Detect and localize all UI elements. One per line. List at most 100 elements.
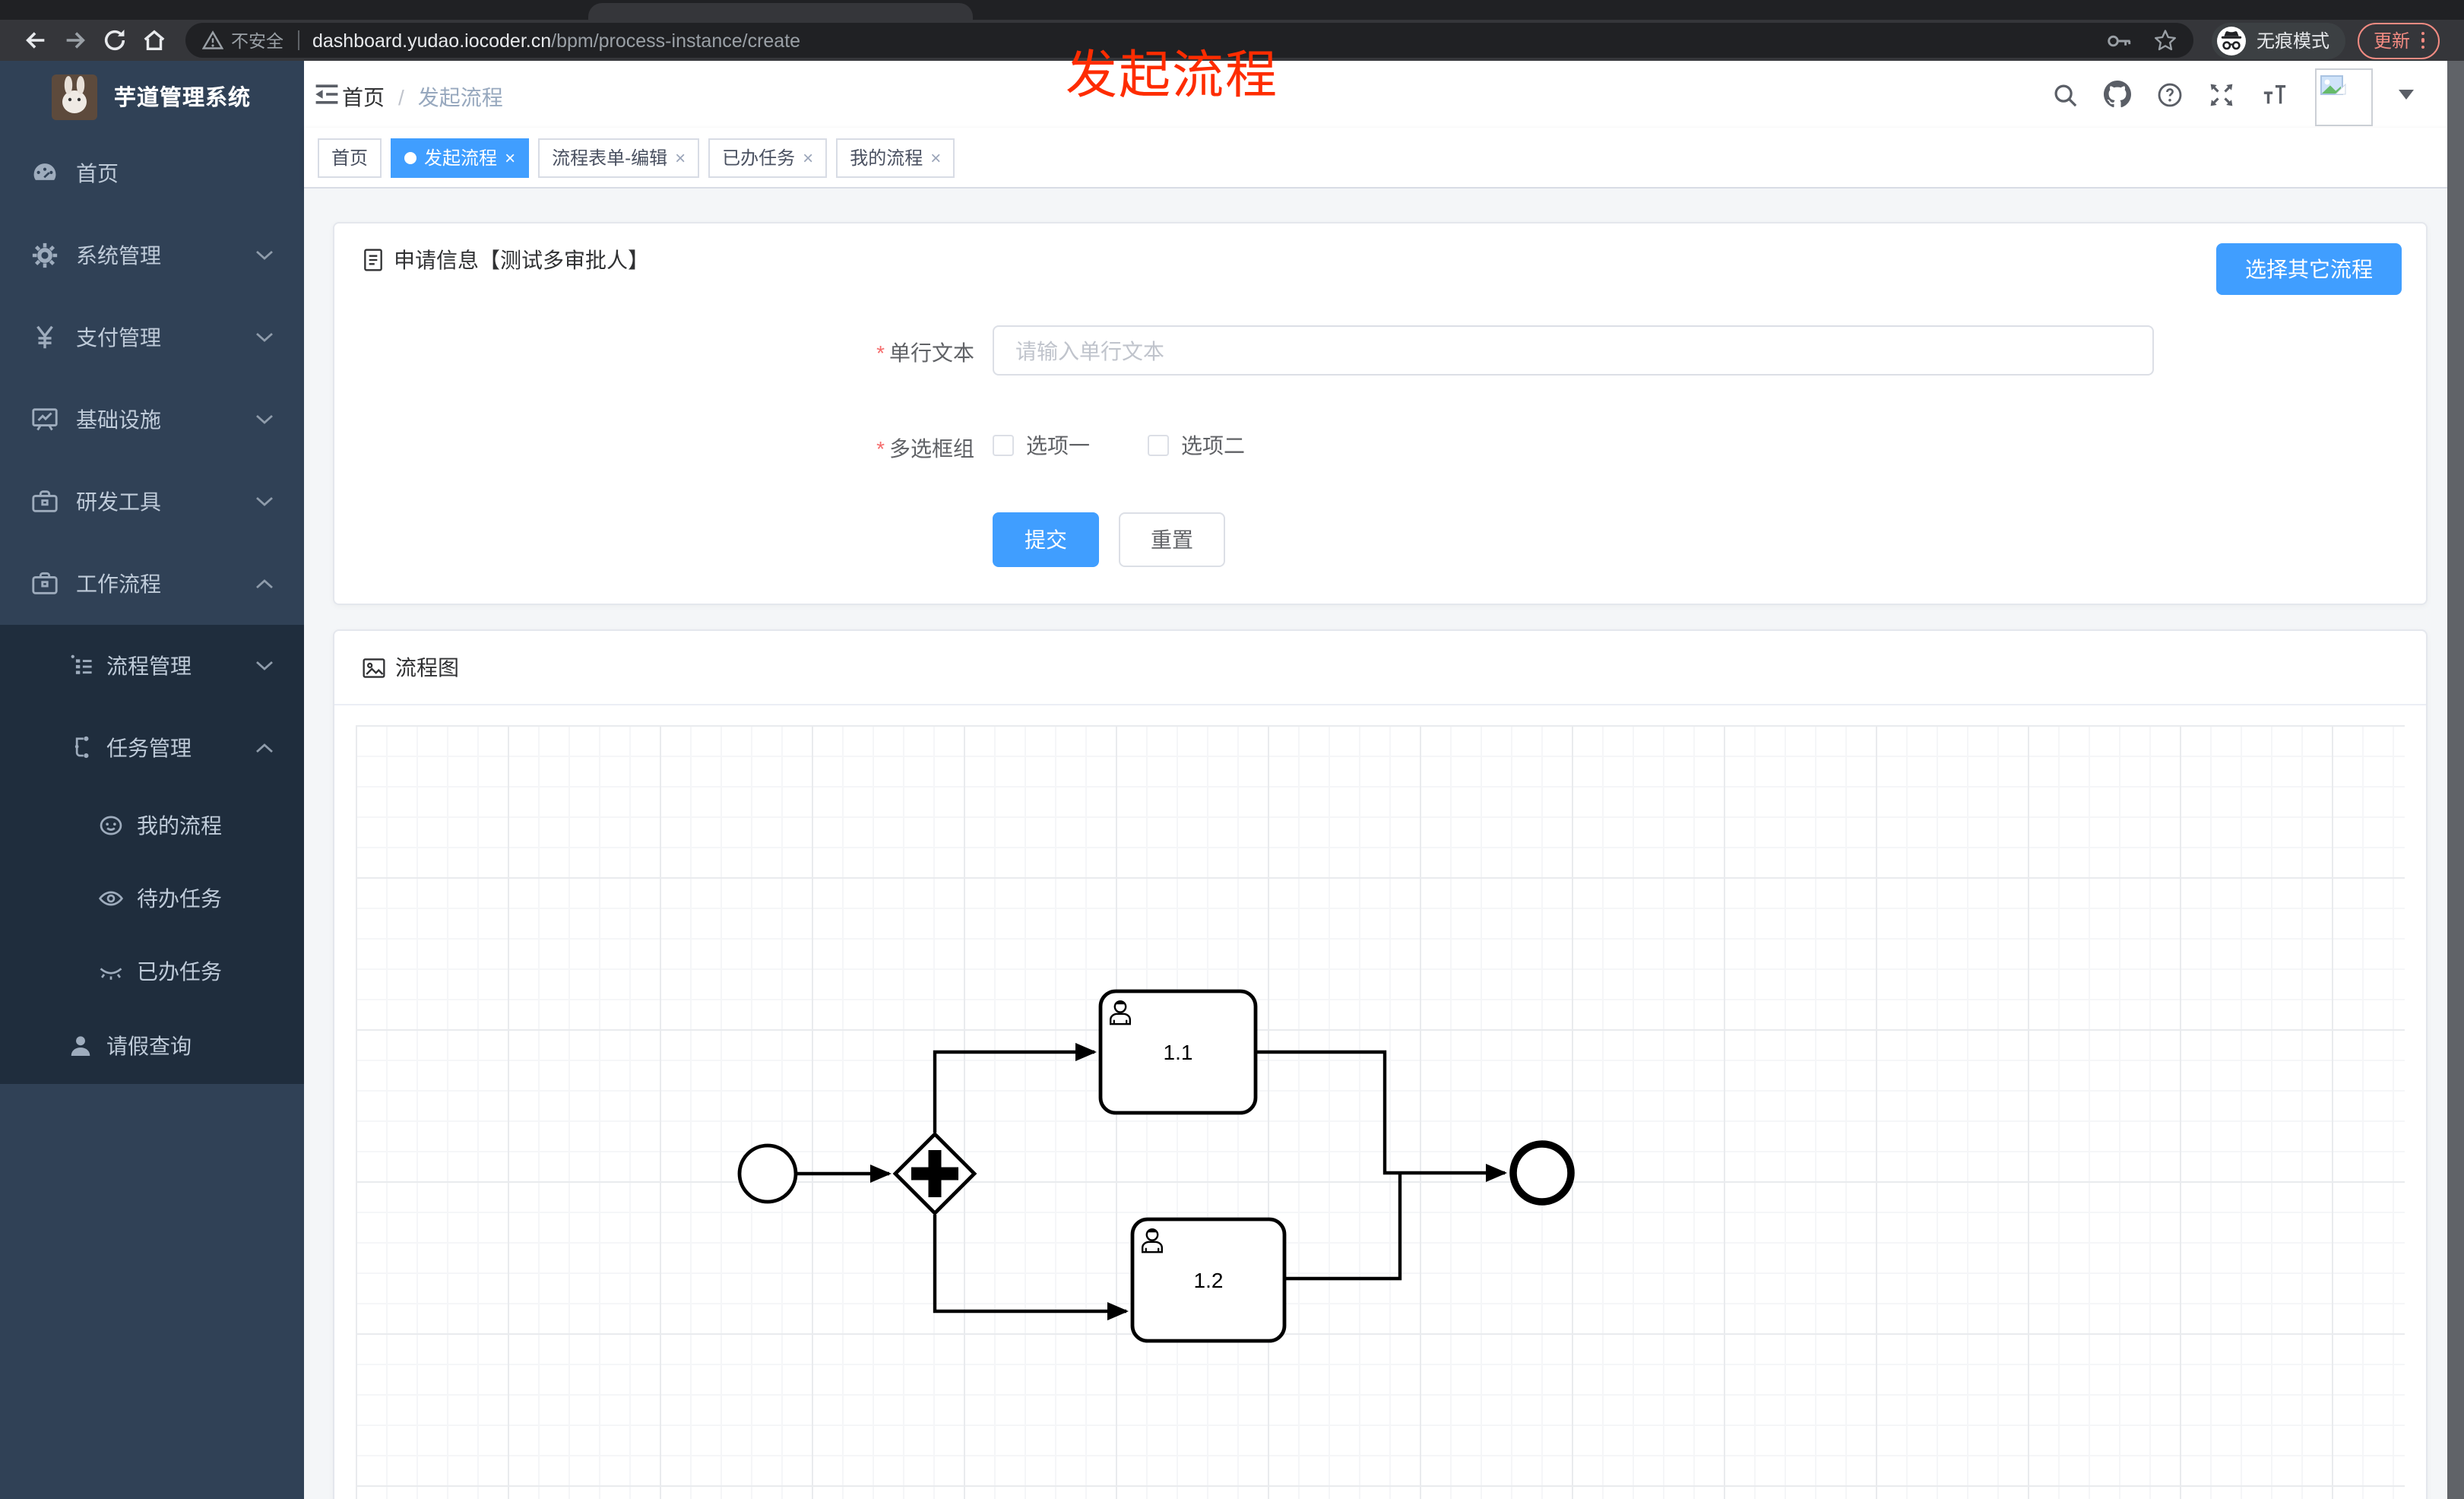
- choose-other-process-button[interactable]: 选择其它流程: [2216, 243, 2402, 295]
- incognito-label: 无痕模式: [2256, 30, 2329, 52]
- sidebar-item-label: 研发工具: [76, 490, 161, 514]
- sidebar-item-process-mgmt[interactable]: 流程管理: [0, 625, 304, 707]
- breadcrumb: 首页 / 发起流程: [342, 82, 503, 113]
- checkbox-option-2[interactable]: [1148, 435, 1169, 456]
- sidebar-item-label: 已办任务: [137, 959, 222, 984]
- font-size-icon[interactable]: [2260, 81, 2289, 107]
- chevron-up-icon: [255, 578, 274, 589]
- briefcase-icon: [30, 569, 59, 598]
- tab-home[interactable]: 首页: [318, 138, 382, 177]
- submit-button[interactable]: 提交: [993, 512, 1099, 567]
- tags-view-bar: 首页 发起流程 × 流程表单-编辑 × 已办任务 × 我的流程 ×: [304, 128, 2447, 189]
- sidebar-item-label: 首页: [76, 161, 119, 185]
- incognito-badge: 无痕模式: [2212, 22, 2346, 59]
- image-icon: [362, 656, 386, 679]
- card-title-text: 申请信息【测试多审批人】: [394, 248, 649, 272]
- app-logo: [52, 74, 97, 119]
- task-tree-icon: [68, 734, 96, 762]
- sidebar-item-home[interactable]: 首页: [0, 132, 304, 214]
- tab-my-process[interactable]: 我的流程 ×: [836, 138, 955, 177]
- bookmark-star-icon[interactable]: [2155, 29, 2177, 52]
- chevron-down-icon: [255, 414, 274, 425]
- user-task-1-1[interactable]: 1.1: [1098, 989, 1258, 1115]
- security-label: 不安全: [231, 33, 283, 51]
- sidebar-item-label: 工作流程: [76, 572, 161, 596]
- sidebar-item-todo-tasks[interactable]: 待办任务: [0, 862, 304, 935]
- active-tab-dot: [404, 151, 417, 163]
- browser-menu-icon[interactable]: [2421, 31, 2424, 49]
- toolbox-icon: [30, 487, 59, 516]
- avatar-caret-icon[interactable]: [2399, 89, 2414, 100]
- sidebar-item-done-tasks[interactable]: 已办任务: [0, 935, 304, 1008]
- reset-button[interactable]: 重置: [1119, 512, 1225, 567]
- form-actions: 提交 重置: [993, 512, 1225, 567]
- omnibox-divider: [297, 30, 299, 50]
- back-icon[interactable]: [15, 24, 55, 57]
- tab-label: 已办任务: [722, 147, 796, 169]
- flow-task2-merge: [1284, 1171, 1402, 1281]
- start-event[interactable]: [737, 1143, 798, 1204]
- chevron-down-icon: [255, 332, 274, 343]
- github-icon[interactable]: [2104, 81, 2131, 108]
- end-event[interactable]: [1509, 1140, 1575, 1206]
- card-title: 申请信息【测试多审批人】: [362, 245, 649, 275]
- monitor-icon: [30, 405, 59, 434]
- help-icon[interactable]: [2157, 81, 2183, 107]
- sidebar-item-label: 待办任务: [137, 886, 222, 911]
- required-mark: *: [876, 436, 885, 461]
- close-icon[interactable]: ×: [803, 148, 813, 166]
- navbar-tools: [2052, 61, 2414, 128]
- sidebar-item-label: 系统管理: [76, 243, 161, 268]
- user-task-1-2[interactable]: 1.2: [1130, 1217, 1287, 1343]
- tab-start-process[interactable]: 发起流程 ×: [391, 138, 530, 177]
- sidebar-item-system[interactable]: 系统管理: [0, 214, 304, 296]
- apply-info-card: 申请信息【测试多审批人】 选择其它流程 *单行文本 *多选框组 选项一 选项二: [333, 222, 2428, 605]
- sidebar-item-my-process[interactable]: 我的流程: [0, 789, 304, 862]
- reload-icon[interactable]: [94, 24, 134, 57]
- checkbox-group: 选项一 选项二: [993, 430, 1245, 461]
- sidebar-collapse-icon[interactable]: [313, 81, 340, 108]
- main-area: 首页 / 发起流程 首页 发起流程 × 流程表单-编辑 × 已办任务 × 我的流…: [304, 61, 2447, 1499]
- browser-tab-strip: [0, 0, 2464, 20]
- avatar[interactable]: [2315, 68, 2373, 126]
- sidebar-item-task-mgmt[interactable]: 任务管理: [0, 707, 304, 789]
- sidebar-item-infrastructure[interactable]: 基础设施: [0, 379, 304, 461]
- checkbox-option-1[interactable]: [993, 435, 1014, 456]
- navbar: 首页 / 发起流程: [304, 61, 2447, 128]
- search-icon[interactable]: [2052, 81, 2078, 107]
- yen-icon: [30, 323, 59, 352]
- fullscreen-icon[interactable]: [2209, 81, 2234, 107]
- page-scrollbar[interactable]: [2447, 61, 2464, 1499]
- tab-form-edit[interactable]: 流程表单-编辑 ×: [538, 138, 700, 177]
- breadcrumb-home[interactable]: 首页: [342, 82, 385, 113]
- forward-icon[interactable]: [55, 24, 94, 57]
- close-icon[interactable]: ×: [505, 148, 515, 166]
- text-field-label: * 单行文本: [876, 341, 974, 365]
- close-icon[interactable]: ×: [930, 148, 941, 166]
- tab-done-tasks[interactable]: 已办任务 ×: [708, 138, 828, 177]
- chevron-down-icon: [255, 661, 274, 671]
- chevron-down-icon: [255, 250, 274, 261]
- browser-active-tab[interactable]: [588, 3, 973, 20]
- breadcrumb-separator: /: [398, 85, 404, 109]
- sidebar-item-devtools[interactable]: 研发工具: [0, 461, 304, 543]
- required-mark: *: [876, 341, 885, 365]
- single-line-text-input[interactable]: [993, 325, 2154, 376]
- gear-icon: [30, 241, 59, 270]
- tab-label: 首页: [331, 147, 369, 169]
- sidebar-item-workflow[interactable]: 工作流程: [0, 543, 304, 625]
- eye-icon: [97, 885, 125, 912]
- warning-icon: [202, 30, 223, 50]
- sidebar-item-payment[interactable]: 支付管理: [0, 296, 304, 379]
- sidebar-item-leave-query[interactable]: 请假查询: [0, 1008, 304, 1084]
- password-key-icon[interactable]: [2108, 31, 2133, 49]
- close-icon[interactable]: ×: [675, 148, 686, 166]
- breadcrumb-current: 发起流程: [417, 85, 503, 109]
- checkbox-option-1-label: 选项一: [1026, 433, 1090, 458]
- parallel-gateway[interactable]: [892, 1131, 977, 1216]
- tab-label: 我的流程: [850, 147, 923, 169]
- browser-update-button[interactable]: 更新: [2358, 22, 2440, 59]
- page-content: 申请信息【测试多审批人】 选择其它流程 *单行文本 *多选框组 选项一 选项二: [304, 189, 2447, 1499]
- user-icon: [67, 1032, 94, 1060]
- home-icon[interactable]: [134, 24, 173, 57]
